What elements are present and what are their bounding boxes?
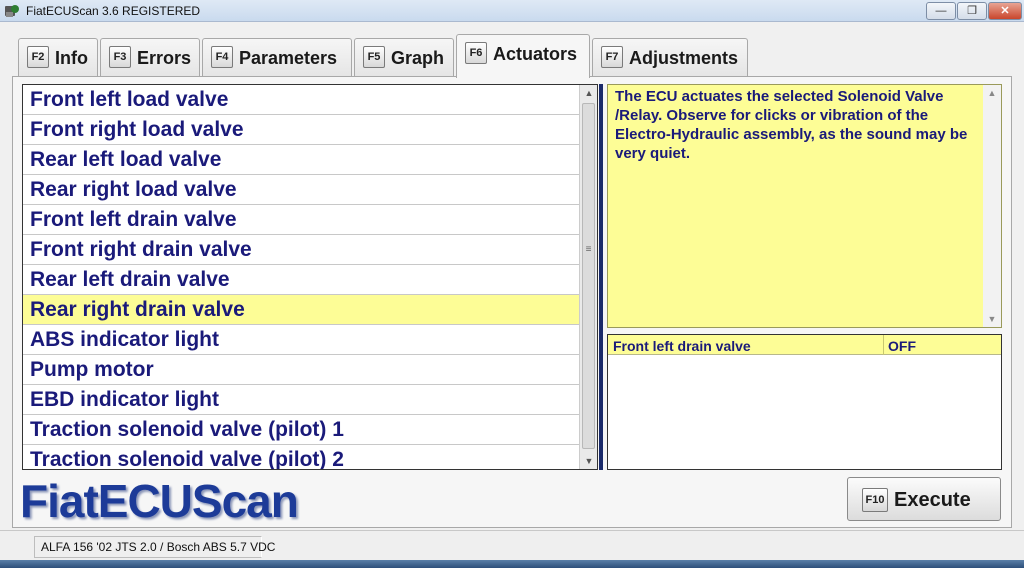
actuator-item[interactable]: Front left drain valve (23, 205, 580, 235)
tab-label: Errors (137, 48, 192, 68)
function-key-badge: F10 (862, 488, 888, 512)
actuator-item[interactable]: Traction solenoid valve (pilot) 2 (23, 445, 580, 469)
os-taskbar (0, 560, 1024, 568)
status-actuator-name: Front left drain valve (613, 338, 751, 354)
status-row: Front left drain valve OFF (608, 335, 1001, 355)
scroll-up-arrow-icon[interactable]: ▲ (580, 85, 597, 101)
actuator-item[interactable]: Pump motor (23, 355, 580, 385)
execute-button[interactable]: F10 Execute (847, 477, 1001, 521)
actuator-item[interactable]: Front left load valve (23, 85, 580, 115)
close-button[interactable]: ✕ (988, 2, 1022, 20)
function-key-badge: F5 (363, 46, 385, 68)
splitter[interactable] (599, 84, 603, 470)
scroll-up-arrow-icon[interactable]: ▲ (983, 85, 1001, 101)
execute-label: Execute (894, 489, 971, 511)
description-box: The ECU actuates the selected Solenoid V… (607, 84, 1002, 328)
function-key-badge: F7 (601, 46, 623, 68)
tab-label: Adjustments (629, 48, 739, 68)
status-bar: ALFA 156 '02 JTS 2.0 / Bosch ABS 5.7 VDC (0, 530, 1024, 560)
actuator-status-table: Front left drain valve OFF (607, 334, 1002, 470)
actuator-item[interactable]: Traction solenoid valve (pilot) 1 (23, 415, 580, 445)
actuator-item-selected[interactable]: Rear right drain valve (23, 295, 580, 325)
actuator-item[interactable]: Rear left drain valve (23, 265, 580, 295)
tab-label: Info (55, 48, 88, 68)
status-actuator-value: OFF (888, 338, 916, 354)
app-icon (5, 5, 19, 17)
function-key-badge: F3 (109, 46, 131, 68)
function-key-badge: F2 (27, 46, 49, 68)
vehicle-info: ALFA 156 '02 JTS 2.0 / Bosch ABS 5.7 VDC (34, 536, 275, 558)
tab-label: Actuators (493, 44, 578, 64)
actuator-item[interactable]: Front right load valve (23, 115, 580, 145)
actuator-item[interactable]: Rear left load valve (23, 145, 580, 175)
list-scrollbar[interactable]: ▲ ≡ ▼ (579, 85, 597, 469)
tab-label: Parameters (239, 48, 338, 68)
scroll-thumb[interactable]: ≡ (582, 103, 595, 449)
tab-bar: F2 Info F3 Errors F4 Parameters F5 Graph… (0, 22, 1024, 96)
actuator-item[interactable]: Rear right load valve (23, 175, 580, 205)
app-logo: FiatECUScan (20, 475, 299, 527)
actuator-item[interactable]: EBD indicator light (23, 385, 580, 415)
tab-actuators[interactable]: F6 Actuators (456, 34, 590, 78)
description-scrollbar[interactable]: ▲ ▼ (983, 85, 1001, 327)
window-title: FiatECUScan 3.6 REGISTERED (26, 4, 201, 18)
function-key-badge: F6 (465, 42, 487, 64)
scroll-down-arrow-icon[interactable]: ▼ (983, 311, 1001, 327)
minimize-button[interactable]: — (926, 2, 956, 20)
column-separator (883, 335, 884, 355)
tab-label: Graph (391, 48, 445, 68)
grip-icon: ≡ (585, 244, 592, 255)
title-bar: FiatECUScan 3.6 REGISTERED — ❐ ✕ (0, 0, 1024, 22)
actuator-list[interactable]: Front left load valve Front right load v… (22, 84, 598, 470)
description-text: The ECU actuates the selected Solenoid V… (615, 88, 968, 162)
actuator-item[interactable]: ABS indicator light (23, 325, 580, 355)
actuator-list-items: Front left load valve Front right load v… (23, 85, 580, 469)
scroll-down-arrow-icon[interactable]: ▼ (580, 453, 597, 469)
actuator-item[interactable]: Front right drain valve (23, 235, 580, 265)
maximize-button[interactable]: ❐ (957, 2, 987, 20)
function-key-badge: F4 (211, 46, 233, 68)
